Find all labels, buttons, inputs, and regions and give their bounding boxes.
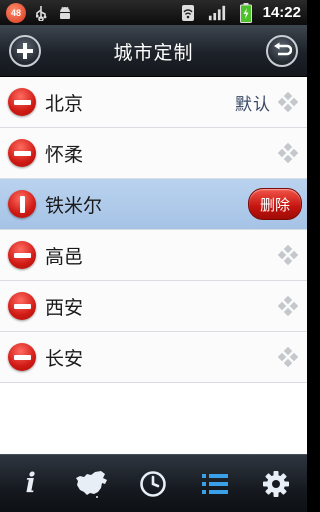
remove-city-icon[interactable] xyxy=(8,292,36,320)
bottom-tab-bar: i xyxy=(0,454,307,512)
info-icon: i xyxy=(25,468,36,499)
clock-icon xyxy=(140,470,167,497)
city-name: 怀柔 xyxy=(45,143,84,166)
city-row-xian[interactable]: 西安 xyxy=(0,281,307,332)
list-icon xyxy=(201,473,228,494)
page-title: 城市定制 xyxy=(113,41,194,64)
plus-icon xyxy=(17,43,33,59)
usb-icon xyxy=(32,4,50,22)
drag-handle-icon[interactable] xyxy=(278,92,298,112)
drag-handle-icon[interactable] xyxy=(278,245,298,265)
china-map-icon xyxy=(76,470,108,498)
tab-settings[interactable] xyxy=(252,460,300,508)
city-name: 长安 xyxy=(45,347,84,370)
tab-map[interactable] xyxy=(68,460,116,508)
default-label: 默认 xyxy=(235,94,271,115)
city-name: 铁米尔 xyxy=(45,194,103,217)
remove-city-icon[interactable] xyxy=(8,88,36,116)
tab-info[interactable]: i xyxy=(7,460,55,508)
drag-handle-icon[interactable] xyxy=(278,143,298,163)
city-row-tiemier[interactable]: 铁米尔 删除 xyxy=(0,179,307,230)
clock-time: 14:22 xyxy=(262,4,301,21)
android-debug-icon xyxy=(56,4,74,22)
tab-clock[interactable] xyxy=(129,460,177,508)
remove-city-icon[interactable] xyxy=(8,139,36,167)
remove-city-icon[interactable] xyxy=(8,241,36,269)
undo-arrow-icon xyxy=(274,42,292,56)
drag-handle-icon[interactable] xyxy=(278,296,298,316)
status-bar: 48 14:22 xyxy=(0,0,307,25)
title-bar: 城市定制 xyxy=(0,25,307,77)
battery-charging-icon xyxy=(237,2,255,23)
back-button[interactable] xyxy=(266,35,298,67)
signal-icon xyxy=(208,4,226,22)
city-row-huairou[interactable]: 怀柔 xyxy=(0,128,307,179)
tab-list[interactable] xyxy=(191,460,239,508)
remove-city-icon[interactable] xyxy=(8,343,36,371)
city-name: 北京 xyxy=(45,92,84,115)
city-row-beijing[interactable]: 北京 默认 xyxy=(0,77,307,128)
city-row-changan[interactable]: 长安 xyxy=(0,332,307,383)
city-name: 高邑 xyxy=(45,245,84,268)
city-list: 北京 默认 怀柔 铁米尔 删除 高邑 西安 长安 xyxy=(0,77,307,454)
drag-handle-icon[interactable] xyxy=(278,347,298,367)
gear-icon xyxy=(263,470,290,497)
city-row-gaoyi[interactable]: 高邑 xyxy=(0,230,307,281)
remove-city-icon-rotated[interactable] xyxy=(8,190,36,218)
delete-button[interactable]: 删除 xyxy=(248,188,302,220)
add-city-button[interactable] xyxy=(9,35,41,67)
city-name: 西安 xyxy=(45,296,84,319)
wifi-icon xyxy=(179,4,197,22)
notification-badge: 48 xyxy=(6,2,26,23)
